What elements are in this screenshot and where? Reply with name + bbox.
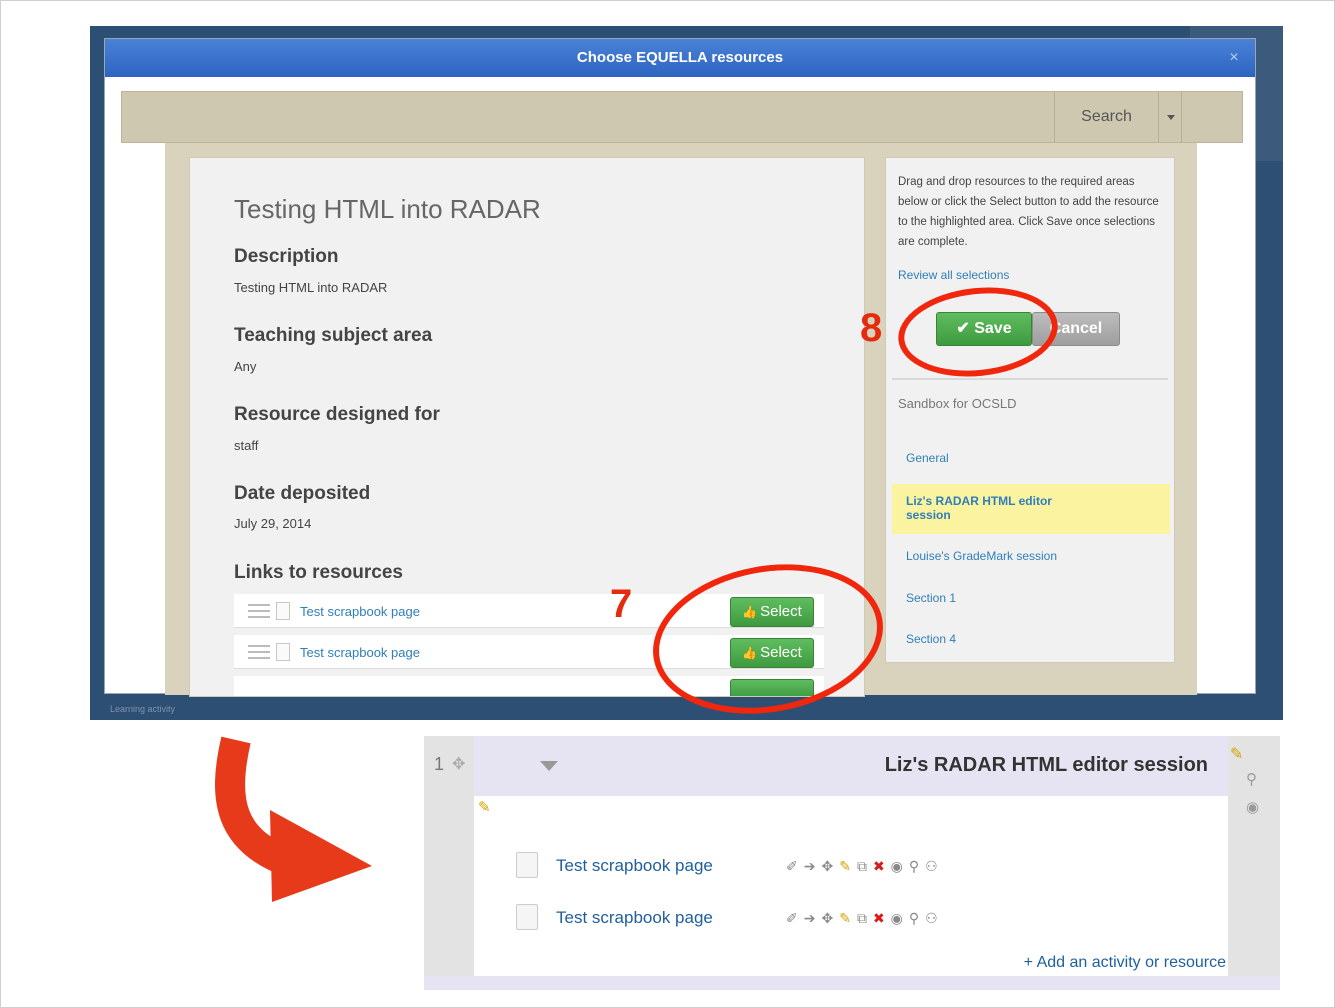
modal-title: Choose EQUELLA resources bbox=[105, 39, 1255, 77]
field-value-subject: Any bbox=[234, 359, 257, 374]
links-heading: Links to resources bbox=[234, 562, 403, 583]
equella-modal: Choose EQUELLA resources × Search Testin… bbox=[104, 38, 1256, 697]
step-number-8: 8 bbox=[860, 306, 883, 350]
course-section: 1 ✥ Liz's RADAR HTML editor session ✎ ⚲ … bbox=[424, 736, 1280, 990]
chevron-down-icon[interactable] bbox=[1158, 92, 1182, 142]
field-value-description: Testing HTML into RADAR bbox=[234, 280, 388, 295]
activity-row: Test scrapbook page ✐➔✥✎⧉✖◉⚲⚇ bbox=[516, 848, 1216, 882]
field-label-subject: Teaching subject area bbox=[234, 325, 433, 346]
move-icon[interactable]: ✥ bbox=[821, 858, 839, 874]
activity-link[interactable]: Test scrapbook page bbox=[556, 908, 713, 928]
selection-sidebar: Drag and drop resources to the required … bbox=[885, 157, 1175, 663]
eye-icon[interactable]: ◉ bbox=[1246, 798, 1259, 816]
edit-title-icon[interactable]: ✐ bbox=[786, 858, 804, 874]
document-icon bbox=[276, 643, 290, 661]
close-icon[interactable]: × bbox=[1225, 49, 1243, 67]
review-selections-link[interactable]: Review all selections bbox=[898, 268, 1009, 282]
course-name: Sandbox for OCSLD bbox=[898, 396, 1017, 411]
field-value-date: July 29, 2014 bbox=[234, 516, 312, 531]
field-label-description: Description bbox=[234, 246, 339, 267]
edit-pencil-icon[interactable]: ✎ bbox=[1230, 744, 1243, 764]
edit-pencil-icon[interactable]: ✎ bbox=[839, 858, 857, 874]
section-header: Liz's RADAR HTML editor session bbox=[474, 736, 1228, 796]
eye-icon[interactable]: ◉ bbox=[891, 858, 909, 874]
section-footer-bar bbox=[424, 976, 1280, 990]
section-title: Liz's RADAR HTML editor session bbox=[884, 754, 1208, 776]
group-mode-icon[interactable]: ⚲ bbox=[909, 910, 925, 926]
curved-arrow-icon bbox=[215, 736, 372, 902]
page-icon bbox=[516, 904, 538, 930]
sidebar-divider bbox=[892, 378, 1168, 380]
section-item-liz-radar[interactable]: Liz's RADAR HTML editor session bbox=[892, 484, 1170, 534]
delete-icon[interactable]: ✖ bbox=[873, 910, 891, 926]
sidebar-help-text: Drag and drop resources to the required … bbox=[898, 176, 1159, 248]
group-mode-icon[interactable]: ⚲ bbox=[909, 858, 925, 874]
section-number: 1 bbox=[434, 754, 445, 774]
drag-handle-icon[interactable] bbox=[248, 645, 270, 659]
search-toolbar: Search bbox=[121, 91, 1243, 143]
search-button[interactable]: Search bbox=[1054, 92, 1158, 142]
move-right-icon[interactable]: ➔ bbox=[804, 910, 822, 926]
item-title: Testing HTML into RADAR bbox=[234, 194, 541, 224]
move-right-icon[interactable]: ➔ bbox=[804, 858, 822, 874]
move-icon[interactable]: ✥ bbox=[821, 910, 839, 926]
move-icon[interactable]: ✥ bbox=[452, 754, 465, 774]
eye-icon[interactable]: ◉ bbox=[891, 910, 909, 926]
lightbulb-icon[interactable]: ⚲ bbox=[1246, 770, 1257, 788]
field-label-date: Date deposited bbox=[234, 483, 371, 504]
section-item-section-4[interactable]: Section 4 bbox=[892, 625, 1170, 653]
collapse-toggle-icon[interactable] bbox=[540, 761, 558, 771]
assign-roles-icon[interactable]: ⚇ bbox=[925, 910, 944, 926]
document-icon bbox=[276, 602, 290, 620]
assign-roles-icon[interactable]: ⚇ bbox=[925, 858, 944, 874]
field-label-designed-for: Resource designed for bbox=[234, 404, 440, 425]
duplicate-icon[interactable]: ⧉ bbox=[857, 910, 873, 926]
activity-tools: ✐➔✥✎⧉✖◉⚲⚇ bbox=[786, 910, 944, 927]
edit-title-icon[interactable]: ✐ bbox=[786, 910, 804, 926]
step-number-7: 7 bbox=[610, 582, 633, 626]
activity-row: Test scrapbook page ✐➔✥✎⧉✖◉⚲⚇ bbox=[516, 900, 1216, 934]
section-left-gutter: 1 ✥ bbox=[424, 736, 474, 976]
section-item-louise-grademark[interactable]: Louise's GradeMark session bbox=[892, 542, 1170, 570]
backdrop-caption: Learning activity bbox=[110, 704, 176, 714]
add-activity-link[interactable]: + Add an activity or resource bbox=[1024, 954, 1226, 972]
page-icon bbox=[516, 852, 538, 878]
delete-icon[interactable]: ✖ bbox=[873, 858, 891, 874]
resource-link[interactable]: Test scrapbook page bbox=[300, 645, 420, 660]
resource-link[interactable]: Test scrapbook page bbox=[300, 604, 420, 619]
plus-icon: + bbox=[1023, 954, 1037, 971]
add-activity-label: Add an activity or resource bbox=[1036, 954, 1226, 971]
activity-tools: ✐➔✥✎⧉✖◉⚲⚇ bbox=[786, 858, 944, 875]
edit-pencil-icon[interactable]: ✎ bbox=[839, 910, 857, 926]
field-value-designed-for: staff bbox=[234, 438, 259, 453]
activity-link[interactable]: Test scrapbook page bbox=[556, 856, 713, 876]
section-item-general[interactable]: General bbox=[892, 444, 1170, 472]
edit-summary-icon[interactable]: ✎ bbox=[478, 798, 491, 816]
drag-handle-icon[interactable] bbox=[248, 604, 270, 618]
section-item-section-1[interactable]: Section 1 bbox=[892, 584, 1170, 612]
duplicate-icon[interactable]: ⧉ bbox=[857, 858, 873, 874]
